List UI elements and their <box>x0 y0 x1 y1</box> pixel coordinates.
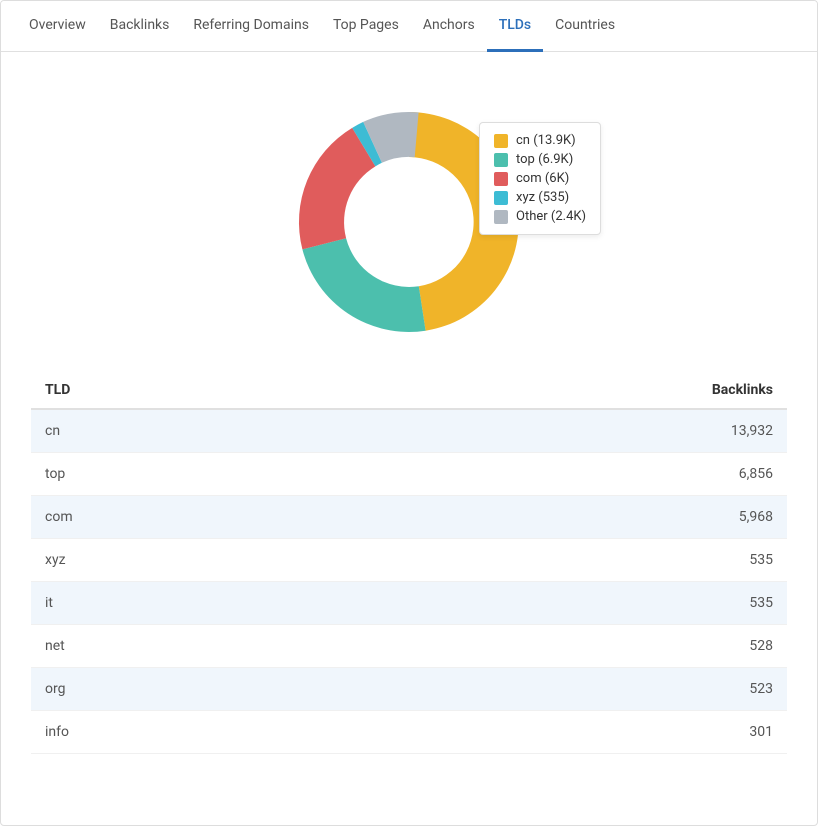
col-tld-header: TLD <box>31 372 321 409</box>
col-backlinks-header: Backlinks <box>321 372 787 409</box>
tooltip-row: top (6.9K) <box>494 152 586 167</box>
tooltip-swatch <box>494 210 508 224</box>
tld-cell: top <box>31 453 321 496</box>
nav-tab-backlinks[interactable]: Backlinks <box>98 1 182 52</box>
table-row: net528 <box>31 625 787 668</box>
tooltip-label: cn (13.9K) <box>516 133 576 148</box>
tooltip-swatch <box>494 191 508 205</box>
nav-tabs: OverviewBacklinksReferring DomainsTop Pa… <box>1 1 817 52</box>
table-section: TLD Backlinks cn13,932top6,856com5,968xy… <box>1 372 817 784</box>
nav-tab-top-pages[interactable]: Top Pages <box>321 1 411 52</box>
chart-area: cn (13.9K) top (6.9K) com (6K) xyz (535) Oth… <box>1 52 817 372</box>
tld-cell: it <box>31 582 321 625</box>
tld-cell: info <box>31 711 321 754</box>
backlinks-cell: 535 <box>321 539 787 582</box>
backlinks-cell: 6,856 <box>321 453 787 496</box>
tooltip-row: com (6K) <box>494 171 586 186</box>
backlinks-cell: 528 <box>321 625 787 668</box>
tooltip-swatch <box>494 153 508 167</box>
chart-tooltip: cn (13.9K) top (6.9K) com (6K) xyz (535) Oth… <box>479 122 601 235</box>
tld-cell: xyz <box>31 539 321 582</box>
table-row: info301 <box>31 711 787 754</box>
backlinks-cell: 535 <box>321 582 787 625</box>
nav-tab-anchors[interactable]: Anchors <box>411 1 487 52</box>
table-row: com5,968 <box>31 496 787 539</box>
tld-cell: net <box>31 625 321 668</box>
nav-tab-tlds[interactable]: TLDs <box>487 1 543 52</box>
backlinks-cell: 13,932 <box>321 409 787 453</box>
tld-cell: org <box>31 668 321 711</box>
backlinks-cell: 523 <box>321 668 787 711</box>
tooltip-swatch <box>494 172 508 186</box>
tooltip-swatch <box>494 134 508 148</box>
tld-cell: com <box>31 496 321 539</box>
tld-cell: cn <box>31 409 321 453</box>
tooltip-label: com (6K) <box>516 171 569 186</box>
nav-tab-overview[interactable]: Overview <box>17 1 98 52</box>
nav-tab-countries[interactable]: Countries <box>543 1 627 52</box>
tooltip-label: xyz (535) <box>516 190 569 205</box>
table-row: xyz535 <box>31 539 787 582</box>
backlinks-cell: 5,968 <box>321 496 787 539</box>
table-row: top6,856 <box>31 453 787 496</box>
tooltip-row: xyz (535) <box>494 190 586 205</box>
tooltip-label: Other (2.4K) <box>516 209 586 224</box>
table-row: it535 <box>31 582 787 625</box>
table-row: cn13,932 <box>31 409 787 453</box>
data-table: TLD Backlinks cn13,932top6,856com5,968xy… <box>31 372 787 754</box>
nav-tab-referring-domains[interactable]: Referring Domains <box>181 1 321 52</box>
tooltip-row: Other (2.4K) <box>494 209 586 224</box>
table-row: org523 <box>31 668 787 711</box>
donut-chart: cn (13.9K)top (6.9K)com (6K)xyz (535)Oth… <box>279 92 539 352</box>
tooltip-row: cn (13.9K) <box>494 133 586 148</box>
backlinks-cell: 301 <box>321 711 787 754</box>
tooltip-label: top (6.9K) <box>516 152 573 167</box>
